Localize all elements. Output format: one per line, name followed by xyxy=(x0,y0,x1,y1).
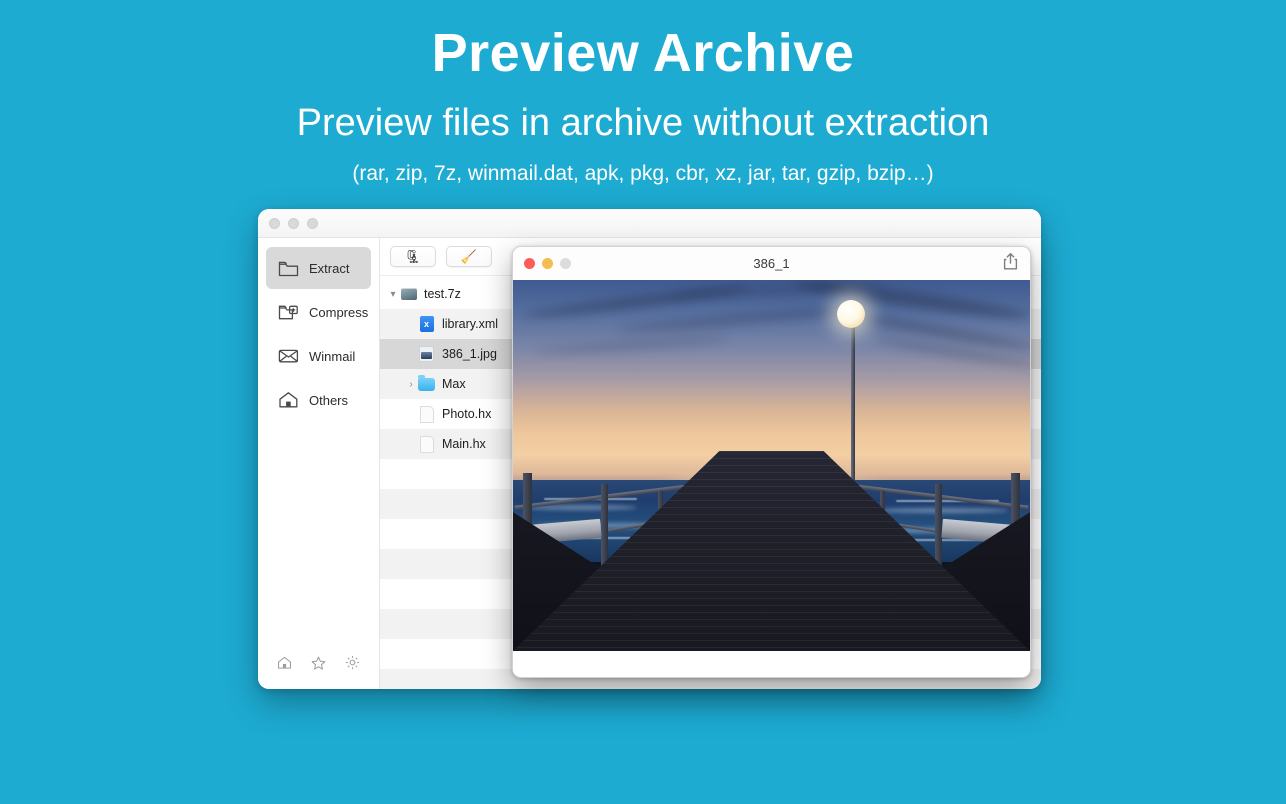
file-name: Main.hx xyxy=(442,437,486,451)
sidebar-item-compress[interactable]: Compress xyxy=(266,291,371,333)
zoom-button[interactable] xyxy=(307,217,318,229)
close-button[interactable] xyxy=(269,217,280,229)
extract-archive-icon[interactable]: 🗜 xyxy=(390,246,436,267)
share-icon[interactable] xyxy=(1002,252,1019,276)
preview-titlebar: 386_1 xyxy=(513,247,1030,280)
preview-window: 386_1 xyxy=(512,246,1031,678)
app-titlebar xyxy=(258,209,1041,238)
sidebar-item-extract[interactable]: Extract xyxy=(266,247,371,289)
archive-icon xyxy=(400,286,417,303)
hero-header: Preview Archive Preview files in archive… xyxy=(0,0,1286,187)
folder-icon xyxy=(418,374,435,393)
file-name: test.7z xyxy=(424,287,461,301)
star-icon[interactable] xyxy=(311,656,326,675)
house-icon xyxy=(277,390,299,410)
lamp-post xyxy=(851,328,856,488)
close-button[interactable] xyxy=(524,258,535,269)
image-file-icon xyxy=(418,346,435,363)
disclosure-triangle-icon[interactable]: › xyxy=(404,379,418,390)
gear-icon[interactable] xyxy=(345,655,360,675)
minimize-button[interactable] xyxy=(542,258,553,269)
broom-icon[interactable]: 🧹 xyxy=(446,246,492,267)
page-subtitle: Preview files in archive without extract… xyxy=(296,101,990,144)
preview-image xyxy=(513,280,1030,651)
minimize-button[interactable] xyxy=(288,217,299,229)
supported-formats-text: (rar, zip, 7z, winmail.dat, apk, pkg, cb… xyxy=(352,162,934,186)
document-icon xyxy=(418,405,435,423)
preview-title: 386_1 xyxy=(753,256,790,271)
envelope-icon xyxy=(277,346,299,366)
sidebar-item-label: Compress xyxy=(309,304,369,320)
sidebar-bottom-toolbar xyxy=(258,645,379,689)
zoom-button[interactable] xyxy=(560,258,571,269)
sidebar-item-winmail[interactable]: Winmail xyxy=(266,335,371,377)
file-name: 386_1.jpg xyxy=(442,347,497,361)
document-icon xyxy=(418,435,435,453)
file-name: library.xml xyxy=(442,317,499,331)
page-title: Preview Archive xyxy=(431,23,855,83)
folder-icon xyxy=(277,258,299,278)
sidebar-item-label: Winmail xyxy=(309,348,356,364)
extract-archive-glyph: 🗜 xyxy=(404,249,422,264)
folder-plus-icon xyxy=(277,302,299,322)
home-icon[interactable] xyxy=(277,656,292,675)
sidebar: Extract Compress Winmail Others xyxy=(258,238,380,689)
sidebar-item-others[interactable]: Others xyxy=(266,379,371,421)
preview-traffic-lights xyxy=(524,258,571,269)
preview-footer xyxy=(513,651,1030,677)
xml-file-icon: x xyxy=(418,316,435,333)
sidebar-item-label: Others xyxy=(309,392,349,408)
file-name: Max xyxy=(442,377,466,391)
disclosure-triangle-icon[interactable]: ▾ xyxy=(386,289,400,300)
sidebar-item-label: Extract xyxy=(309,260,350,276)
broom-glyph: 🧹 xyxy=(460,249,478,264)
lamp-globe xyxy=(836,300,865,329)
file-name: Photo.hx xyxy=(442,407,492,421)
